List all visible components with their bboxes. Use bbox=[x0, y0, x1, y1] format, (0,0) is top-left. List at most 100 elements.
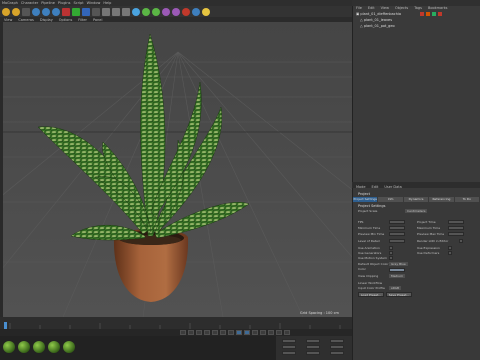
material-tag-icon[interactable] bbox=[438, 12, 442, 16]
x-axis-icon[interactable] bbox=[62, 7, 70, 16]
material-swatch[interactable] bbox=[33, 341, 45, 353]
view-clipping-dropdown[interactable]: Medium bbox=[389, 274, 405, 278]
menu-item-script[interactable]: Script bbox=[73, 1, 83, 5]
prev-key-icon[interactable] bbox=[188, 330, 194, 335]
tab-to-do[interactable]: To Do bbox=[454, 197, 480, 202]
am-menu-mode[interactable]: Mode bbox=[356, 185, 366, 189]
next-key-icon[interactable] bbox=[220, 330, 226, 335]
deformer-icon[interactable] bbox=[172, 7, 180, 16]
material-swatch[interactable] bbox=[48, 341, 60, 353]
viewport-menu-cameras[interactable]: Cameras bbox=[18, 18, 34, 22]
redo-icon[interactable] bbox=[12, 7, 20, 16]
rotate-icon[interactable] bbox=[52, 7, 60, 16]
tab-dynamics[interactable]: Dynamics bbox=[403, 197, 429, 202]
render-view-icon[interactable] bbox=[102, 7, 110, 16]
coord-y-field[interactable] bbox=[282, 345, 296, 349]
object-row[interactable]: △ plant_01_pot_geo bbox=[360, 24, 395, 28]
menu-item-pipeline[interactable]: Pipeline bbox=[41, 1, 55, 5]
menu-item-window[interactable]: Window bbox=[87, 1, 101, 5]
light-icon[interactable] bbox=[202, 7, 210, 16]
undo-icon[interactable] bbox=[2, 7, 10, 16]
preview-min-time-field[interactable] bbox=[389, 232, 405, 236]
render-settings-icon[interactable] bbox=[122, 7, 130, 16]
use-animation-checkbox[interactable] bbox=[389, 246, 393, 250]
om-menu-file[interactable]: File bbox=[356, 6, 362, 10]
am-menu-edit[interactable]: Edit bbox=[372, 185, 379, 189]
material-tag-icon[interactable] bbox=[432, 12, 436, 16]
use-generators-checkbox[interactable] bbox=[389, 251, 393, 255]
array-icon[interactable] bbox=[162, 7, 170, 16]
maximum-time-field[interactable] bbox=[448, 226, 464, 230]
rotation-b-field[interactable] bbox=[330, 351, 344, 355]
om-menu-objects[interactable]: Objects bbox=[395, 6, 408, 10]
move-icon[interactable] bbox=[32, 7, 40, 16]
color-swatch[interactable] bbox=[389, 268, 405, 272]
om-menu-bookmarks[interactable]: Bookmarks bbox=[428, 6, 448, 10]
object-row[interactable]: ▣ plant_01_dieffenbachia bbox=[356, 12, 401, 16]
use-motion-system-checkbox[interactable] bbox=[389, 256, 393, 260]
fps-field[interactable] bbox=[389, 220, 405, 224]
size-y-field[interactable] bbox=[306, 345, 320, 349]
object-row[interactable]: △ plant_01_leaves bbox=[360, 18, 392, 22]
keyframe-selection-icon[interactable] bbox=[252, 330, 258, 335]
material-swatch[interactable] bbox=[63, 341, 75, 353]
nurbs-icon[interactable] bbox=[152, 7, 160, 16]
om-menu-tags[interactable]: Tags bbox=[414, 6, 422, 10]
project-scale-dropdown[interactable]: Centimeters bbox=[405, 209, 428, 213]
viewport-menu-panel[interactable]: Panel bbox=[93, 18, 102, 22]
use-deformers-checkbox[interactable] bbox=[448, 251, 452, 255]
scale-icon[interactable] bbox=[42, 7, 50, 16]
scene-icon[interactable] bbox=[182, 7, 190, 16]
input-color-profile-dropdown[interactable]: sRGB bbox=[389, 286, 402, 290]
coord-x-field[interactable] bbox=[282, 339, 296, 343]
next-frame-icon[interactable] bbox=[212, 330, 218, 335]
save-preset-button[interactable]: Save Preset... bbox=[386, 292, 412, 297]
viewport-menu-view[interactable]: View bbox=[4, 18, 12, 22]
use-expression-checkbox[interactable] bbox=[448, 246, 452, 250]
z-axis-icon[interactable] bbox=[82, 7, 90, 16]
y-axis-icon[interactable] bbox=[72, 7, 80, 16]
play-icon[interactable] bbox=[204, 330, 210, 335]
material-tag-icon[interactable] bbox=[420, 12, 424, 16]
menu-item-help[interactable]: Help bbox=[103, 1, 111, 5]
size-x-field[interactable] bbox=[306, 339, 320, 343]
go-to-start-icon[interactable] bbox=[180, 330, 186, 335]
viewport-menu-options[interactable]: Options bbox=[59, 18, 73, 22]
level-of-detail-field[interactable] bbox=[389, 239, 405, 243]
material-swatch[interactable] bbox=[3, 341, 15, 353]
load-preset-button[interactable]: Load Preset... bbox=[358, 292, 384, 297]
autokey-icon[interactable] bbox=[244, 330, 250, 335]
project-time-field[interactable] bbox=[448, 220, 464, 224]
viewport-menu-filter[interactable]: Filter bbox=[78, 18, 87, 22]
cube-icon[interactable] bbox=[132, 7, 140, 16]
viewport[interactable] bbox=[3, 22, 352, 317]
parameter-key-icon[interactable] bbox=[284, 330, 290, 335]
preview-max-time-field[interactable] bbox=[448, 232, 464, 236]
rotation-h-field[interactable] bbox=[330, 339, 344, 343]
tab-info[interactable]: Info bbox=[378, 197, 403, 202]
minimum-time-field[interactable] bbox=[389, 226, 405, 230]
coord-z-field[interactable] bbox=[282, 351, 296, 355]
rotation-p-field[interactable] bbox=[330, 345, 344, 349]
prev-frame-icon[interactable] bbox=[196, 330, 202, 335]
scale-key-icon[interactable] bbox=[268, 330, 274, 335]
render-lod-checkbox[interactable] bbox=[459, 239, 463, 243]
spline-icon[interactable] bbox=[142, 7, 150, 16]
am-menu-user-data[interactable]: User Data bbox=[384, 185, 401, 189]
record-icon[interactable] bbox=[236, 330, 242, 335]
menu-item-plugins[interactable]: Plugins bbox=[58, 1, 71, 5]
go-to-end-icon[interactable] bbox=[228, 330, 234, 335]
viewport-menu-display[interactable]: Display bbox=[40, 18, 53, 22]
tab-project-settings[interactable]: Project Settings bbox=[353, 197, 378, 202]
menu-item-character[interactable]: Character bbox=[21, 1, 38, 5]
size-z-field[interactable] bbox=[306, 351, 320, 355]
timeline[interactable] bbox=[0, 317, 352, 330]
menu-item-mograph[interactable]: MoGraph bbox=[2, 1, 18, 5]
rotation-key-icon[interactable] bbox=[276, 330, 282, 335]
coordinate-system-icon[interactable] bbox=[92, 7, 100, 16]
default-object-color-dropdown[interactable]: Gray Blue bbox=[389, 262, 408, 266]
position-key-icon[interactable] bbox=[260, 330, 266, 335]
material-tag-icon[interactable] bbox=[426, 12, 430, 16]
tab-referencing[interactable]: Referencing bbox=[429, 197, 454, 202]
om-menu-view[interactable]: View bbox=[381, 6, 389, 10]
